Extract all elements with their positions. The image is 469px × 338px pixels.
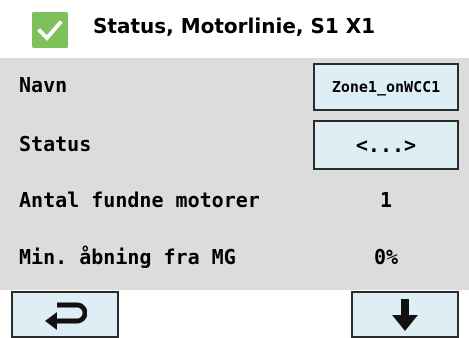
page-title: Status, Motorlinie, S1 X1 bbox=[93, 14, 376, 38]
motor-count-label: Antal fundne motorer bbox=[19, 188, 260, 212]
scroll-down-button[interactable] bbox=[351, 291, 459, 338]
min-opening-label: Min. åbning fra MG bbox=[19, 245, 236, 269]
status-label: Status bbox=[19, 132, 92, 156]
check-icon[interactable] bbox=[32, 12, 68, 48]
title-bar: Status, Motorlinie, S1 X1 bbox=[0, 0, 469, 58]
motor-count-value: 1 bbox=[379, 188, 393, 212]
back-button[interactable] bbox=[11, 291, 119, 338]
status-button[interactable]: <...> bbox=[313, 120, 459, 170]
min-opening-value: 0% bbox=[373, 245, 399, 269]
name-label: Navn bbox=[19, 73, 68, 97]
name-button[interactable]: Zone1_onWCC1 bbox=[313, 63, 459, 111]
return-arrow-icon bbox=[45, 302, 87, 330]
down-arrow-icon bbox=[392, 298, 418, 331]
